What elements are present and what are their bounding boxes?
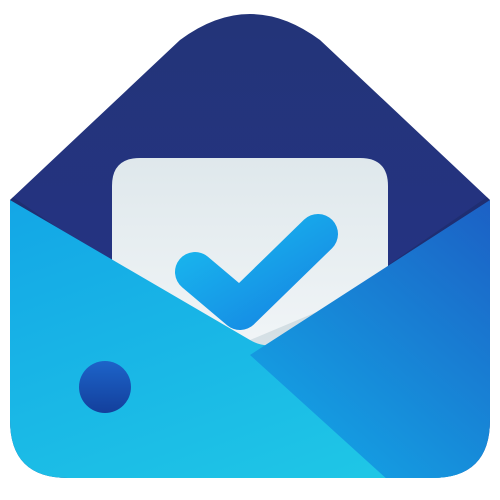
indicator-dot xyxy=(79,361,131,413)
inbox-app-icon xyxy=(0,0,500,500)
envelope-icon xyxy=(10,14,490,478)
